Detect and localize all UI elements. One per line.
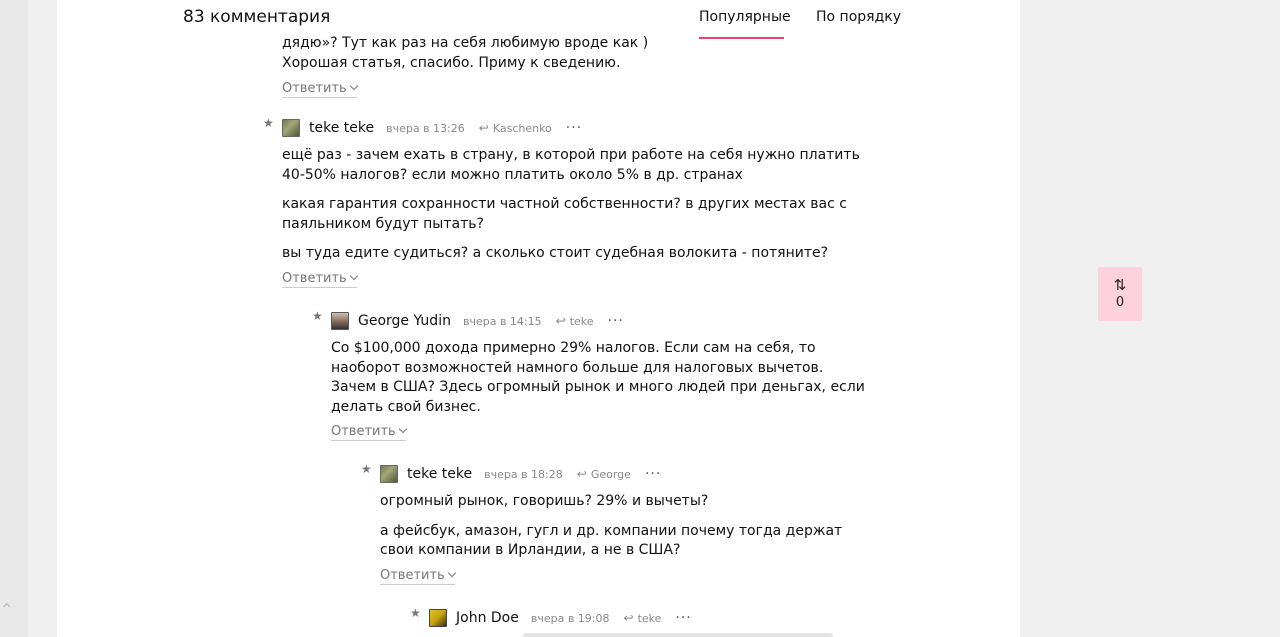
reply-button[interactable]: Ответить — [380, 568, 456, 585]
comment-paragraph: ещё раз - зачем ехать в страну, в которо… — [282, 146, 860, 185]
comment-paragraph: Со $100,000 дохода примерно 29% налогов.… — [331, 339, 865, 417]
comments-page: 83 комментария Популярные По порядку дяд… — [57, 0, 1020, 637]
chevron-down-icon — [447, 568, 456, 577]
reply-button[interactable]: Ответить — [282, 271, 358, 288]
comment-text-line: вы туда едите судиться? а сколько стоит … — [282, 245, 829, 261]
reply-button[interactable]: Ответить — [282, 81, 358, 98]
comment-text-line: 40-50% налогов? если можно платить около… — [282, 166, 743, 183]
comment-text-line: Со $100,000 дохода примерно 29% налогов.… — [331, 340, 816, 356]
comment-text-line: какая гарантия сохранности частной собст… — [282, 196, 847, 212]
comment-count: 83 комментария — [183, 7, 331, 27]
avatar[interactable] — [429, 609, 447, 627]
comment-author[interactable]: teke teke — [309, 120, 374, 136]
star-icon[interactable]: ★ — [361, 462, 372, 476]
comment-time[interactable]: вчера в 14:15 — [463, 315, 542, 328]
comment-meta: ★ teke teke вчера в 13:26 ↩ Kaschenko ··· — [263, 116, 860, 139]
comment-text-line: а фейсбук, амазон, гугл и др. компании п… — [380, 522, 843, 539]
comment-text-line: дядю»? Тут как раз на себя любимую вроде… — [282, 35, 649, 51]
reply-arrow-icon: ↩ — [478, 121, 489, 135]
comment-meta: ★ George Yudin вчера в 14:15 ↩ teke ··· — [312, 309, 865, 332]
avatar[interactable] — [282, 119, 300, 137]
comment-author[interactable]: George Yudin — [358, 313, 451, 329]
tab-popular[interactable]: Популярные — [699, 9, 791, 25]
comment-text-line: Хорошая статья, спасибо. Приму к сведени… — [282, 54, 621, 71]
comment-paragraph: огромный рынок, говоришь? 29% и вычеты? — [380, 492, 842, 512]
star-icon[interactable]: ★ — [410, 606, 421, 620]
reply-button[interactable]: Ответить — [331, 424, 407, 441]
reply-arrow-icon: ↩ — [576, 467, 587, 481]
left-strip — [0, 0, 28, 637]
comment-text-line: ещё раз - зачем ехать в страну, в которо… — [282, 147, 860, 163]
active-tab-indicator — [699, 37, 784, 39]
reply-arrow-icon: ↩ — [623, 611, 634, 625]
comment-text-line: Зачем в США? Здесь огромный рынок и мног… — [331, 379, 865, 395]
avatar[interactable] — [331, 312, 349, 330]
comment-time[interactable]: вчера в 18:28 — [484, 468, 563, 481]
more-dots-icon[interactable]: ··· — [645, 466, 661, 482]
chevron-up-icon[interactable]: ⌃ — [0, 600, 16, 620]
comment: ★ George Yudin вчера в 14:15 ↩ teke ··· С… — [312, 309, 865, 441]
reply-to-link[interactable]: ↩ George — [577, 467, 631, 481]
reply-to-link[interactable]: ↩ Kaschenko — [479, 121, 552, 135]
more-dots-icon[interactable]: ··· — [675, 610, 691, 626]
comment-author[interactable]: teke teke — [407, 466, 472, 482]
comment-meta: ★ John Doe вчера в 19:08 ↩ teke ··· — [410, 606, 692, 629]
next-comment-edge — [523, 633, 833, 637]
chevron-down-icon — [398, 424, 407, 434]
comment-time[interactable]: вчера в 19:08 — [531, 612, 610, 625]
comment-text-line: наоборот возможностей намного больше для… — [331, 359, 824, 376]
comment-meta: ★ teke teke вчера в 18:28 ↩ George ··· — [361, 462, 842, 485]
reply-to-link[interactable]: ↩ teke — [624, 611, 662, 625]
chevron-down-icon — [349, 271, 358, 280]
comment-paragraph: а фейсбук, амазон, гугл и др. компании п… — [380, 522, 842, 561]
comment: ★ teke teke вчера в 13:26 ↩ Kaschenko ···… — [263, 116, 860, 288]
sort-count: 0 — [1115, 295, 1125, 310]
sort-button[interactable]: ⇅ 0 — [1098, 267, 1142, 321]
star-icon[interactable]: ★ — [263, 116, 274, 130]
reply-to-link[interactable]: ↩ teke — [556, 314, 594, 328]
comment: ★ teke teke вчера в 18:28 ↩ George ··· ог… — [361, 462, 842, 585]
chevron-down-icon — [349, 81, 358, 91]
tab-order[interactable]: По порядку — [816, 9, 901, 25]
comment-time[interactable]: вчера в 13:26 — [386, 122, 465, 135]
comment-paragraph: какая гарантия сохранности частной собст… — [282, 195, 860, 234]
comment-text-line: паяльником будут пытать? — [282, 215, 484, 232]
more-dots-icon[interactable]: ··· — [566, 120, 582, 136]
star-icon[interactable]: ★ — [312, 309, 323, 323]
comment: ★ John Doe вчера в 19:08 ↩ teke ··· — [410, 606, 692, 629]
reply-arrow-icon: ↩ — [555, 314, 566, 328]
more-dots-icon[interactable]: ··· — [608, 313, 624, 329]
comment-paragraph: вы туда едите судиться? а сколько стоит … — [282, 244, 860, 264]
comment-author[interactable]: John Doe — [456, 610, 519, 626]
sort-arrows-icon: ⇅ — [1113, 276, 1127, 294]
comment-fragment: дядю»? Тут как раз на себя любимую вроде… — [282, 34, 648, 98]
avatar[interactable] — [380, 465, 398, 483]
comment-text-line: свои компании в Ирландии, а не в США? — [380, 542, 681, 558]
comment-text-line: делать свой бизнес. — [331, 398, 481, 415]
comment-text-line: огромный рынок, говоришь? 29% и вычеты? — [380, 493, 709, 509]
